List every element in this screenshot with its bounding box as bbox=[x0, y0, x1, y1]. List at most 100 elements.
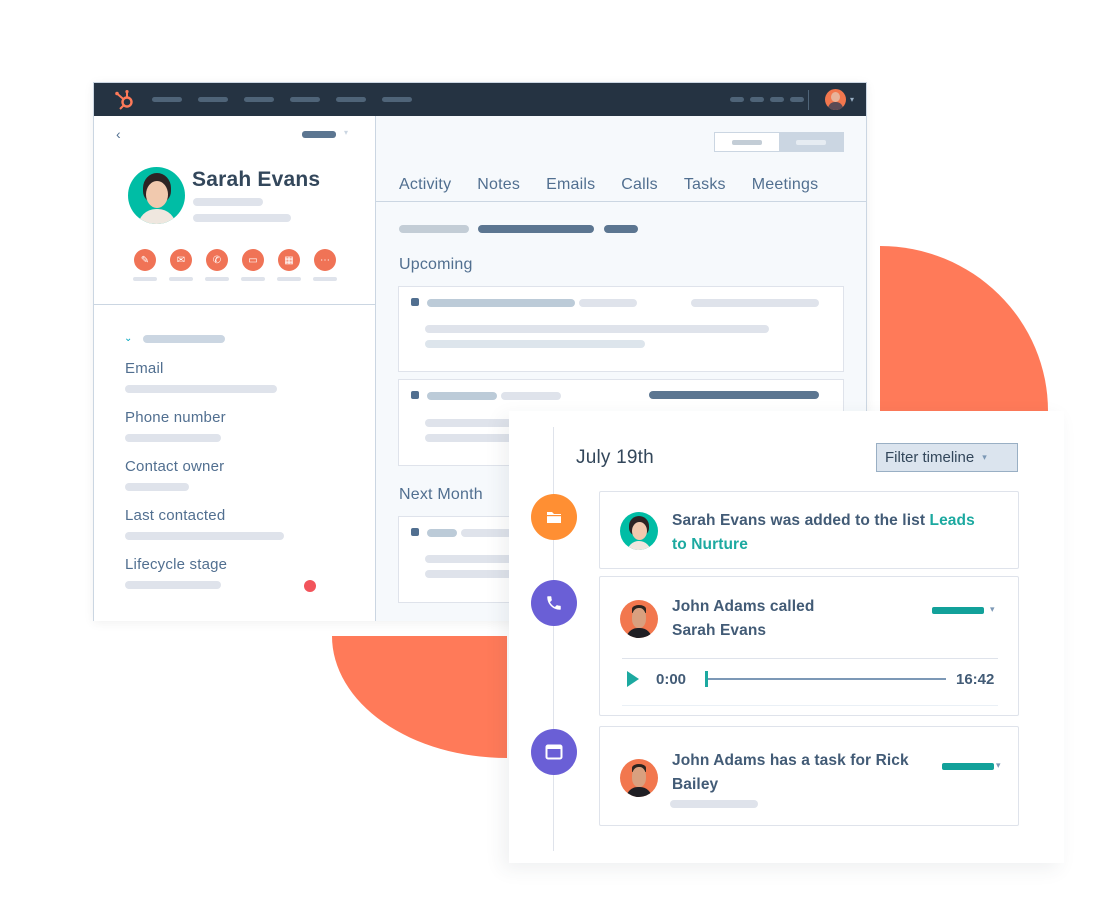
activity-card[interactable] bbox=[398, 286, 844, 372]
card-meta-placeholder bbox=[579, 299, 637, 307]
filter-placeholder[interactable] bbox=[604, 225, 638, 233]
contact-title-placeholder bbox=[193, 198, 263, 206]
tab-activity[interactable]: Activity bbox=[399, 176, 451, 194]
more-icon: ⋯ bbox=[314, 249, 336, 271]
activity-type-icon bbox=[411, 528, 419, 536]
timeline-date: July 19th bbox=[576, 447, 654, 468]
phone-icon: ✆ bbox=[206, 249, 228, 271]
view-toggle-option-selected[interactable] bbox=[779, 133, 843, 151]
action-meeting[interactable]: ▦ bbox=[277, 249, 301, 281]
nav-utility-item[interactable] bbox=[750, 97, 764, 102]
action-more[interactable]: ⋯ bbox=[313, 249, 337, 281]
caret-down-icon[interactable]: ▾ bbox=[990, 604, 995, 615]
tab-emails[interactable]: Emails bbox=[546, 176, 595, 194]
timeline-line bbox=[553, 427, 554, 851]
user-avatar[interactable] bbox=[825, 89, 846, 110]
audio-scrubber-handle[interactable] bbox=[705, 671, 708, 687]
contact-action-row: ✎ ✉ ✆ ▭ ▦ ⋯ bbox=[133, 249, 337, 281]
calendar-icon: ▦ bbox=[278, 249, 300, 271]
section-divider bbox=[94, 304, 375, 305]
tab-meetings[interactable]: Meetings bbox=[752, 176, 819, 194]
section-next-month: Next Month bbox=[399, 486, 483, 503]
contact-avatar bbox=[128, 167, 185, 224]
tabs-divider bbox=[376, 201, 866, 202]
property-value-placeholder[interactable] bbox=[125, 532, 284, 540]
tab-calls[interactable]: Calls bbox=[621, 176, 658, 194]
user-menu-caret-icon[interactable]: ▾ bbox=[850, 95, 854, 104]
back-chevron-icon[interactable]: ‹ bbox=[116, 126, 121, 142]
property-value-placeholder[interactable] bbox=[125, 581, 221, 589]
filter-placeholder[interactable] bbox=[399, 225, 469, 233]
nav-item[interactable] bbox=[382, 97, 412, 102]
actions-dropdown[interactable] bbox=[302, 131, 336, 138]
property-label-email: Email bbox=[125, 360, 164, 377]
nav-utility-item[interactable] bbox=[790, 97, 804, 102]
action-label bbox=[133, 277, 157, 281]
avatar-face bbox=[632, 522, 647, 540]
timeline-event-task[interactable]: John Adams has a task for Rick Bailey ▾ bbox=[599, 726, 1019, 826]
nav-item[interactable] bbox=[198, 97, 228, 102]
notification-dot bbox=[304, 580, 316, 592]
activity-type-icon bbox=[411, 298, 419, 306]
nav-utility-items bbox=[730, 97, 804, 102]
activity-type-icon bbox=[411, 391, 419, 399]
avatar-head bbox=[831, 92, 840, 102]
caret-down-icon[interactable]: ▾ bbox=[996, 760, 1001, 771]
avatar-body bbox=[828, 102, 843, 110]
activity-tabs: Activity Notes Emails Calls Tasks Meetin… bbox=[399, 176, 844, 194]
action-task[interactable]: ▭ bbox=[241, 249, 265, 281]
card-status-placeholder bbox=[649, 391, 819, 399]
nav-utility-item[interactable] bbox=[730, 97, 744, 102]
task-status-dropdown[interactable] bbox=[942, 763, 994, 770]
chevron-down-icon[interactable]: ⌄ bbox=[124, 333, 132, 344]
action-call[interactable]: ✆ bbox=[205, 249, 229, 281]
event-description: Sarah Evans was added to the list Leads … bbox=[672, 509, 992, 557]
card-body-placeholder bbox=[425, 325, 769, 333]
property-label-phone: Phone number bbox=[125, 409, 226, 426]
property-value-placeholder[interactable] bbox=[125, 483, 189, 491]
call-outcome-dropdown[interactable] bbox=[932, 607, 984, 614]
avatar-body bbox=[138, 209, 176, 224]
current-time: 0:00 bbox=[656, 671, 687, 688]
hubspot-logo-icon[interactable] bbox=[114, 89, 136, 111]
event-line: John Adams called bbox=[672, 598, 815, 615]
actions-caret-icon[interactable]: ▾ bbox=[344, 128, 348, 137]
timeline-event-call[interactable]: John Adams called Sarah Evans ▾ 0:00 16:… bbox=[599, 576, 1019, 716]
nav-utility-item[interactable] bbox=[770, 97, 784, 102]
view-toggle-option[interactable] bbox=[715, 133, 779, 151]
avatar-body bbox=[626, 787, 652, 797]
phone-icon bbox=[531, 580, 577, 626]
toggle-label-placeholder bbox=[796, 139, 826, 145]
property-value-placeholder[interactable] bbox=[125, 434, 221, 442]
nav-item[interactable] bbox=[152, 97, 182, 102]
caret-down-icon: ▾ bbox=[982, 452, 987, 462]
play-icon[interactable] bbox=[627, 671, 639, 687]
divider bbox=[622, 658, 998, 659]
tab-tasks[interactable]: Tasks bbox=[684, 176, 726, 194]
filter-timeline-label: Filter timeline bbox=[885, 449, 975, 466]
nav-item[interactable] bbox=[244, 97, 274, 102]
email-icon: ✉ bbox=[170, 249, 192, 271]
tab-notes[interactable]: Notes bbox=[477, 176, 520, 194]
property-label-last-contacted: Last contacted bbox=[125, 507, 226, 524]
timeline-event-list-added[interactable]: Sarah Evans was added to the list Leads … bbox=[599, 491, 1019, 569]
filter-timeline-button[interactable]: Filter timeline ▾ bbox=[876, 443, 1018, 472]
caller-avatar bbox=[620, 600, 658, 638]
nav-divider bbox=[808, 90, 809, 110]
card-title-placeholder bbox=[427, 299, 575, 307]
action-note[interactable]: ✎ bbox=[133, 249, 157, 281]
assignee-avatar bbox=[620, 759, 658, 797]
property-label-lifecycle: Lifecycle stage bbox=[125, 556, 228, 573]
card-body-placeholder bbox=[425, 340, 645, 348]
filter-placeholder[interactable] bbox=[478, 225, 594, 233]
contact-company-placeholder bbox=[193, 214, 291, 222]
card-title-placeholder bbox=[427, 392, 497, 400]
audio-scrubber[interactable] bbox=[706, 678, 946, 680]
nav-item[interactable] bbox=[336, 97, 366, 102]
nav-item[interactable] bbox=[290, 97, 320, 102]
action-email[interactable]: ✉ bbox=[169, 249, 193, 281]
folder-icon bbox=[531, 494, 577, 540]
property-value-placeholder[interactable] bbox=[125, 385, 277, 393]
top-navigation-bar: ▾ bbox=[94, 83, 866, 116]
avatar-body bbox=[627, 541, 651, 550]
